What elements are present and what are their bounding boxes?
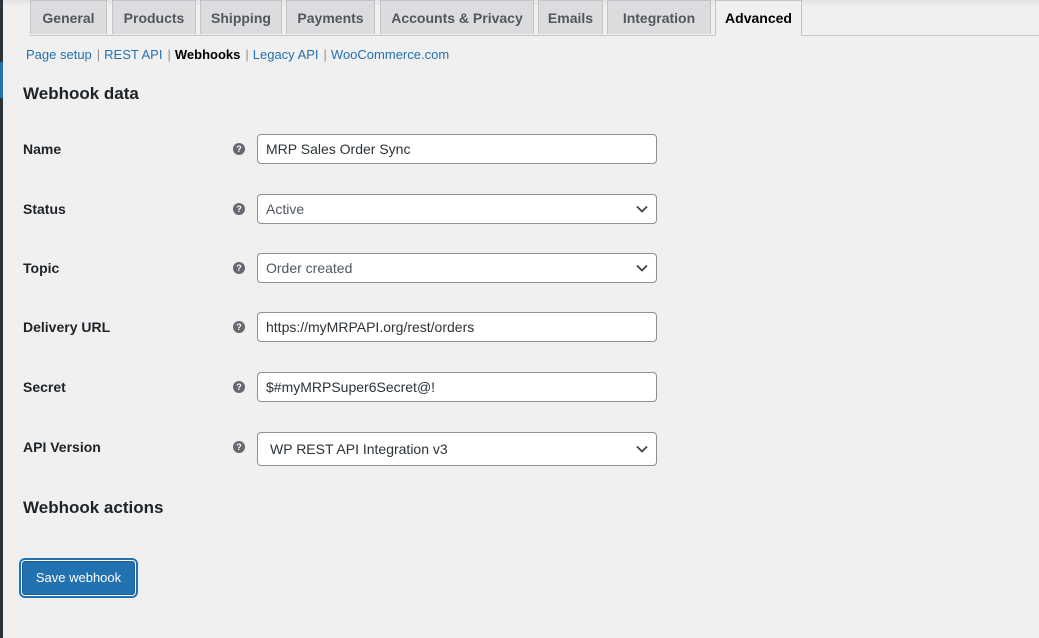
tab-accounts-privacy[interactable]: Accounts & Privacy (380, 0, 534, 34)
api-version-selected-value: WP REST API Integration v3 (270, 441, 448, 457)
help-icon[interactable]: ? (233, 203, 245, 215)
topic-select[interactable]: Order created (257, 253, 657, 283)
help-icon[interactable]: ? (233, 441, 245, 453)
topic-selected-value: Order created (266, 260, 353, 276)
subnav-separator: | (96, 47, 101, 62)
delivery-url-label: Delivery URL (23, 319, 111, 335)
subnav-legacy-api[interactable]: Legacy API (253, 47, 319, 62)
status-label: Status (23, 201, 66, 217)
tab-general[interactable]: General (30, 0, 107, 34)
delivery-url-input[interactable] (257, 312, 657, 342)
subnav-separator: | (323, 47, 327, 62)
status-selected-value: Active (266, 201, 305, 217)
api-version-select[interactable]: WP REST API Integration v3 (257, 432, 657, 466)
tab-shipping[interactable]: Shipping (200, 0, 282, 34)
secret-input[interactable] (257, 372, 657, 402)
status-select[interactable]: Active (257, 194, 657, 224)
tab-payments[interactable]: Payments (286, 0, 375, 34)
chevron-down-icon (636, 445, 648, 453)
subnav-page-setup[interactable]: Page setup (26, 47, 92, 62)
help-icon[interactable]: ? (233, 321, 245, 333)
settings-tabs: General Products Shipping Payments Accou… (29, 0, 1039, 36)
secret-label: Secret (23, 379, 66, 395)
section-title-webhook-actions: Webhook actions (23, 498, 164, 517)
advanced-subnav: Page setup | REST API | Webhooks | Legacy API |… (26, 46, 449, 64)
help-icon[interactable]: ? (233, 143, 245, 155)
subnav-rest-api[interactable]: REST API (104, 47, 162, 62)
api-version-label: API Version (23, 439, 101, 455)
name-label: Name (23, 141, 62, 157)
help-icon[interactable]: ? (233, 262, 245, 274)
subnav-webhooks[interactable]: Webhooks (175, 47, 241, 62)
topic-label: Topic (23, 260, 60, 276)
section-title-webhook-data: Webhook data (23, 84, 139, 103)
name-input[interactable] (257, 134, 657, 164)
chevron-down-icon (636, 205, 648, 213)
chevron-down-icon (636, 264, 648, 272)
help-icon[interactable]: ? (233, 381, 245, 393)
tab-advanced[interactable]: Advanced (715, 0, 802, 36)
admin-sidebar-edge (0, 0, 3, 638)
tab-emails[interactable]: Emails (538, 0, 603, 34)
admin-sidebar-active-marker (0, 62, 3, 98)
save-webhook-button[interactable]: Save webhook (22, 561, 135, 595)
tab-products[interactable]: Products (112, 0, 196, 34)
subnav-separator: | (167, 47, 171, 62)
tab-integration[interactable]: Integration (607, 0, 711, 34)
subnav-woocommerce-com[interactable]: WooCommerce.com (331, 47, 449, 62)
subnav-separator: | (245, 47, 249, 62)
